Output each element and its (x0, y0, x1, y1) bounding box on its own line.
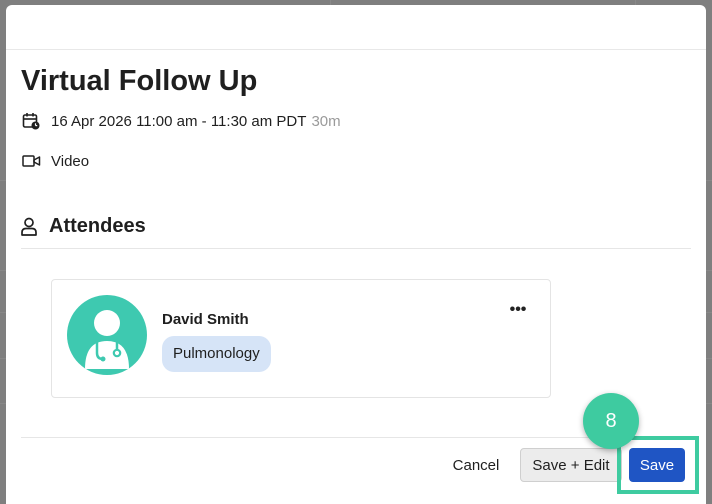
doctor-stethoscope-icon (85, 310, 129, 369)
video-camera-icon (21, 151, 41, 171)
specialty-badge: Pulmonology (162, 336, 271, 372)
modal-header-bar (6, 5, 706, 50)
calendar-clock-icon (21, 111, 41, 131)
more-options-button[interactable]: ••• (508, 300, 528, 320)
attendee-name: David Smith (162, 311, 249, 328)
attendees-heading: Attendees (49, 215, 146, 237)
event-location-row: Video (21, 151, 89, 171)
cancel-button[interactable]: Cancel (436, 448, 516, 482)
attendee-card: David Smith Pulmonology ••• (51, 279, 551, 398)
avatar (67, 295, 147, 375)
event-location-type: Video (51, 152, 90, 170)
event-duration: 30m (311, 112, 341, 130)
attendees-section-header: Attendees (21, 215, 146, 238)
event-datetime: 16 Apr 2026 11:00 am - 11:30 am PDT (51, 112, 307, 130)
save-and-edit-button[interactable]: Save + Edit (520, 448, 622, 482)
divider (21, 248, 691, 249)
event-datetime-row: 16 Apr 2026 11:00 am - 11:30 am PDT 30m (21, 111, 341, 131)
page-title: Virtual Follow Up (21, 65, 258, 97)
step-number-badge: 8 (583, 393, 639, 449)
step-highlight-box (617, 436, 699, 494)
more-horizontal-icon: ••• (509, 301, 527, 318)
person-icon (21, 216, 41, 238)
